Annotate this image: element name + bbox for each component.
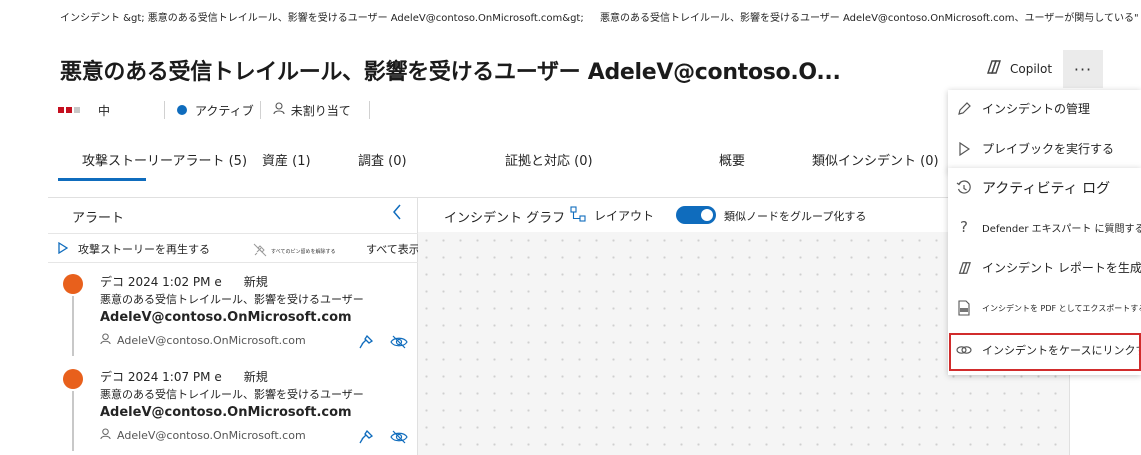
tab-evidence-response[interactable]: 証拠と対応 (0): [505, 150, 593, 169]
collapse-panel-chevron-icon[interactable]: [392, 204, 402, 224]
alert-title-bold[interactable]: AdeleV@contoso.OnMicrosoft.com: [100, 405, 352, 420]
assignment-status[interactable]: 未割り当て: [273, 102, 351, 119]
copilot-label: Copilot: [1010, 61, 1053, 76]
show-all-button[interactable]: すべて表示: [366, 241, 420, 257]
history-icon: [956, 180, 972, 196]
hide-icon[interactable]: [390, 429, 408, 449]
menu-item-generate-report[interactable]: インシデント レポートを生成する: [956, 259, 1141, 276]
menu-item-export-pdf[interactable]: インシデントを PDF としてエクスポートする: [956, 300, 1141, 316]
alert-user-label: AdeleV@contoso.OnMicrosoft.com: [117, 429, 306, 442]
menu-item-run-playbook[interactable]: プレイブックを実行する: [956, 140, 1114, 157]
breadcrumb-current: 悪意のある受信トレイルール、影響を受けるユーザー AdeleV@contoso.…: [600, 13, 1139, 24]
alert-time: デコ 2024 1:02 PM e: [100, 275, 222, 289]
menu-item-label: インシデントを PDF としてエクスポートする: [982, 303, 1141, 313]
alert-status: 新規: [243, 370, 268, 384]
timeline-line: [72, 391, 74, 451]
menu-item-label: インシデント レポートを生成する: [982, 261, 1141, 275]
menu-item-manage-incident[interactable]: インシデントの管理: [956, 100, 1090, 117]
person-icon: [100, 428, 111, 443]
pin-icon[interactable]: [358, 334, 374, 354]
tab-attack-story-alerts[interactable]: 攻撃ストーリーアラート (5): [82, 150, 247, 169]
pin-icon[interactable]: [358, 429, 374, 449]
copilot-icon: [956, 260, 972, 276]
state-label: アクティブ: [195, 103, 254, 118]
unpin-all-button[interactable]: すべてのピン留めを解除する: [253, 242, 335, 261]
state-status[interactable]: アクティブ: [177, 102, 254, 119]
alert-header: デコ 2024 1:07 PM e 新規: [100, 368, 268, 385]
pencil-icon: [956, 101, 972, 117]
menu-item-ask-defender-experts[interactable]: ? Defender エキスパート に質問する: [956, 218, 1141, 236]
menu-item-label: Defender エキスパート に質問する: [982, 223, 1141, 235]
alert-severity-dot: [63, 274, 83, 294]
menu-item-activity-log[interactable]: アクティビティ ログ: [956, 178, 1110, 198]
alert-time: デコ 2024 1:07 PM e: [100, 370, 222, 384]
alert-item[interactable]: デコ 2024 1:02 PM e 新規 悪意のある受信トレイルール、影響を受ける…: [48, 266, 418, 358]
layout-label: レイアウト: [594, 209, 655, 223]
timeline-line: [72, 296, 74, 356]
play-attack-story-button[interactable]: 攻撃ストーリーを再生する: [58, 241, 210, 257]
person-icon: [100, 333, 111, 348]
hide-icon[interactable]: [390, 334, 408, 354]
play-icon: [58, 241, 69, 257]
breadcrumb[interactable]: インシデント &gt; 悪意のある受信トレイルール、影響を受けるユーザー Ade…: [60, 9, 584, 24]
menu-item-label: プレイブックを実行する: [982, 142, 1115, 156]
copilot-icon: [984, 59, 1002, 78]
unpin-icon: [253, 242, 267, 261]
status-dot-icon: [177, 105, 188, 115]
copilot-button[interactable]: Copilot: [984, 59, 1052, 78]
active-tab-indicator: [58, 178, 146, 181]
play-icon: [956, 141, 972, 157]
alerts-panel-title: アラート: [72, 211, 125, 226]
alert-title[interactable]: 悪意のある受信トレイルール、影響を受けるユーザー: [100, 386, 364, 402]
group-similar-nodes-toggle[interactable]: [676, 206, 716, 224]
menu-item-label: アクティビティ ログ: [982, 181, 1111, 197]
tab-assets[interactable]: 資産 (1): [262, 150, 311, 169]
tab-bar: 攻撃ストーリーアラート (5) 資産 (1) 調査 (0) 証拠と対応 (0) …: [0, 150, 945, 180]
more-options-button[interactable]: ···: [1063, 50, 1103, 88]
tab-similar-incidents[interactable]: 類似インシデント (0): [812, 150, 939, 169]
tab-summary[interactable]: 概要: [719, 150, 745, 169]
question-icon: ?: [960, 218, 968, 236]
alerts-toolbar: 攻撃ストーリーを再生する すべてのピン留めを解除する すべて表示: [48, 233, 420, 263]
assignment-label: 未割り当て: [290, 103, 351, 118]
alert-title-bold[interactable]: AdeleV@contoso.OnMicrosoft.com: [100, 310, 352, 325]
play-label: 攻撃ストーリーを再生する: [78, 243, 210, 256]
severity-indicator: [58, 107, 82, 113]
layout-button[interactable]: レイアウト: [570, 206, 654, 225]
alert-user: AdeleV@contoso.OnMicrosoft.com: [100, 428, 306, 443]
graph-toolbar: インシデント グラフ レイアウト 類似ノードをグループ化する: [418, 198, 948, 232]
alert-item[interactable]: デコ 2024 1:07 PM e 新規 悪意のある受信トレイルール、影響を受ける…: [48, 361, 418, 453]
pdf-file-icon: [956, 300, 972, 316]
alert-severity-dot: [63, 369, 83, 389]
graph-title: インシデント グラフ: [444, 211, 566, 226]
person-icon: [273, 102, 285, 118]
alert-user-label: AdeleV@contoso.OnMicrosoft.com: [117, 334, 306, 347]
highlight-box: [949, 333, 1141, 371]
alert-header: デコ 2024 1:02 PM e 新規: [100, 273, 268, 290]
tab-investigations[interactable]: 調査 (0): [358, 150, 407, 169]
unpin-label: すべてのピン留めを解除する: [271, 249, 336, 255]
group-similar-nodes-label: 類似ノードをグループ化する: [724, 210, 867, 223]
alert-title[interactable]: 悪意のある受信トレイルール、影響を受けるユーザー: [100, 291, 364, 307]
severity-label: 中: [98, 103, 111, 118]
alert-user: AdeleV@contoso.OnMicrosoft.com: [100, 333, 306, 348]
incident-status-row: 中 アクティブ 未割り当て: [58, 100, 370, 120]
page-title: 悪意のある受信トレイルール、影響を受けるユーザー AdeleV@contoso.…: [60, 60, 841, 85]
alert-status: 新規: [243, 275, 268, 289]
menu-item-label: インシデントの管理: [982, 102, 1091, 116]
layout-icon: [570, 206, 586, 225]
